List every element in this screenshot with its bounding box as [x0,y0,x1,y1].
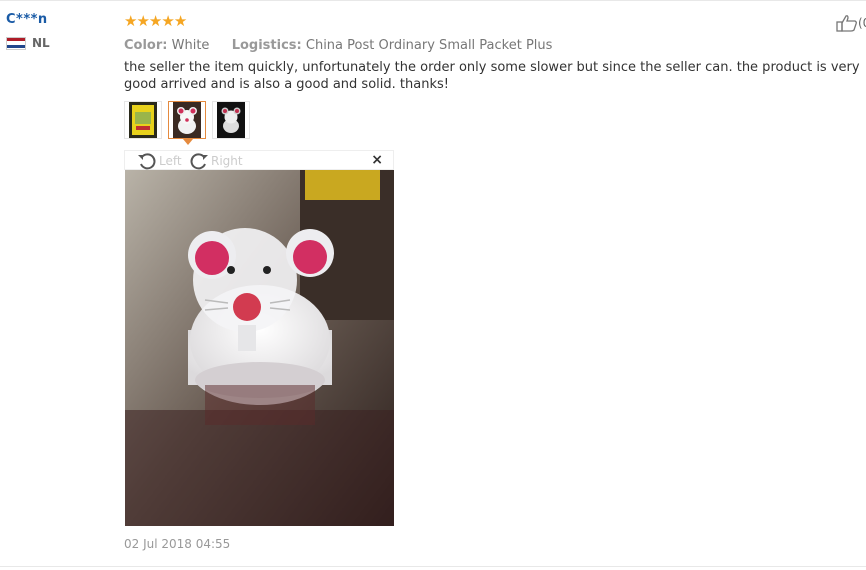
thumbnail-mouse-toy[interactable] [168,101,206,145]
review-photo [125,170,394,526]
top-divider [0,0,866,1]
logistics-label: Logistics: [231,38,302,53]
review-date: 02 Jul 2018 04:55 [124,537,231,551]
close-viewer-button[interactable]: × [371,152,383,168]
rotate-left-icon [138,153,156,170]
star-icon: ★ [136,11,150,30]
rotate-left-label: Left [159,154,182,168]
review-body: ★ ★ ★ ★ ★ Color: White Logistics: China … [124,12,864,93]
color-value: White [171,38,210,53]
bottom-divider [0,566,866,567]
country-code: NL [32,36,50,50]
reviewer-info: C***n NL [6,12,106,50]
rotate-right-label: Right [211,154,243,168]
rotate-left-button[interactable]: Left [137,151,182,171]
helpful-count: (0 [858,16,866,30]
thumbnail-mouse-dark[interactable] [212,101,250,139]
helpful-button[interactable]: (0 [836,14,866,32]
netherlands-flag-icon [6,36,26,50]
star-icon: ★ [124,11,138,30]
thumbs-up-icon [836,15,857,32]
star-rating: ★ ★ ★ ★ ★ [124,12,864,30]
reviewer-country: NL [6,36,106,50]
logistics-value: China Post Ordinary Small Packet Plus [305,38,553,53]
rotate-right-icon [190,153,208,170]
review-text: the seller the item quickly, unfortunate… [124,60,860,92]
star-icon: ★ [148,11,163,30]
rotate-right-button[interactable]: Right [189,151,243,171]
photo-thumbnails [124,101,256,145]
order-attributes: Color: White Logistics: China Post Ordin… [124,38,864,53]
star-icon: ★ [161,11,175,30]
thumbnail-package[interactable] [124,101,162,139]
image-viewer-toolbar: Left Right × [124,150,394,170]
active-thumbnail-caret [183,139,193,145]
reviewer-name: C***n [6,12,48,27]
color-label: Color: [124,38,168,53]
star-icon: ★ [173,11,188,30]
